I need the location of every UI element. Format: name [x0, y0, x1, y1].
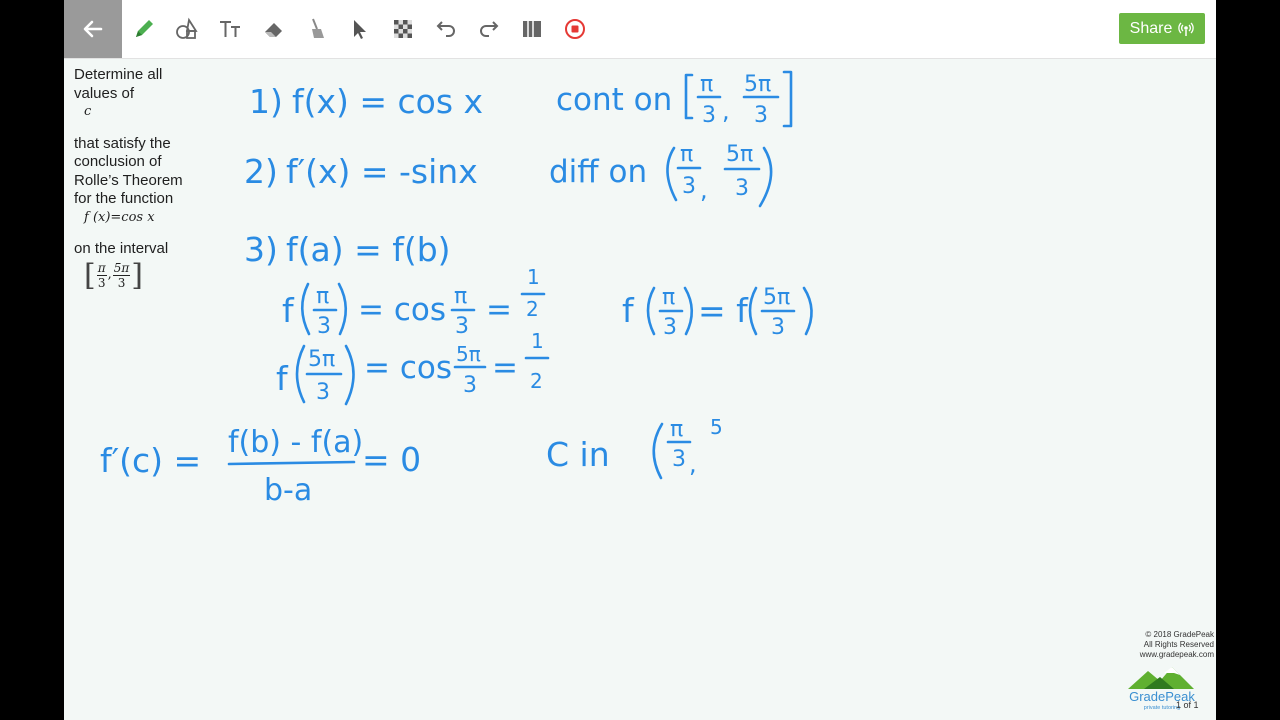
- left-paren: [666, 146, 678, 202]
- pointer-tool-button[interactable]: [344, 13, 376, 45]
- mvt-fraction-bar: [227, 460, 356, 466]
- svg-text:= f: = f: [698, 291, 749, 330]
- c-in-text: C in: [546, 435, 610, 474]
- record-stop-icon: [565, 19, 585, 39]
- mvt-lhs: f′(c) =: [100, 441, 201, 480]
- svg-text:3: 3: [316, 380, 330, 405]
- svg-text:5π: 5π: [763, 285, 790, 310]
- svg-text:3: 3: [663, 315, 677, 340]
- right-bracket: [782, 70, 793, 128]
- shapes-icon: [176, 17, 198, 39]
- handwritten-work: 1) f(x) = cos x cont on π 3 , 5π 3 2) f′…: [100, 70, 813, 508]
- step-3-expression: f(a) = f(b): [286, 230, 451, 269]
- record-button[interactable]: [559, 13, 591, 45]
- share-button[interactable]: Share: [1119, 13, 1205, 44]
- partial-five: 5: [710, 415, 723, 439]
- svg-text:π: π: [680, 142, 693, 167]
- pi-fraction-den: 3: [702, 103, 716, 128]
- svg-text:= cos: = cos: [358, 292, 446, 328]
- svg-text:=: =: [492, 350, 518, 386]
- left-bracket: [684, 73, 694, 120]
- svg-text:5π: 5π: [308, 347, 335, 372]
- svg-text:3: 3: [682, 174, 696, 199]
- mvt-denominator: b-a: [264, 473, 312, 508]
- eraser-tool-button[interactable]: [258, 13, 290, 45]
- right-paren: [758, 146, 773, 208]
- broom-icon: [312, 18, 324, 38]
- step-2-condition: diff on: [549, 154, 647, 190]
- svg-text:3: 3: [317, 314, 331, 339]
- svg-text:1: 1: [531, 329, 544, 353]
- svg-text:5π: 5π: [456, 342, 481, 366]
- undo-button[interactable]: [430, 13, 462, 45]
- svg-text:π: π: [316, 284, 329, 309]
- svg-text:f: f: [282, 291, 295, 330]
- pointer-icon: [354, 20, 366, 39]
- step-1-condition: cont on: [556, 82, 672, 118]
- step-1-label: 1): [249, 82, 283, 121]
- step-3-label: 3): [244, 230, 278, 269]
- shapes-tool-button[interactable]: [171, 13, 203, 45]
- step-2-label: 2): [244, 152, 278, 191]
- step-1-expression: f(x) = cos x: [292, 82, 483, 121]
- svg-text:3: 3: [463, 373, 477, 398]
- page-indicator: 1 of 1: [1176, 700, 1199, 710]
- mvt-numerator: f(b) - f(a): [228, 425, 363, 460]
- redo-button[interactable]: [473, 13, 505, 45]
- eraser-icon: [265, 23, 282, 37]
- toolbar: Share: [64, 0, 1216, 59]
- redo-icon: [480, 21, 499, 37]
- whiteboard-app: Share Determine all values of c that sat…: [64, 0, 1216, 720]
- pencil-tool-button[interactable]: [128, 13, 160, 45]
- arrow-left-icon: [83, 20, 103, 38]
- svg-text:1: 1: [527, 265, 540, 289]
- copyright-footer: © 2018 GradePeak All Rights Reserved www…: [1139, 630, 1214, 659]
- svg-text:,: ,: [700, 176, 708, 204]
- svg-text:,: ,: [689, 450, 697, 478]
- svg-text:=: =: [486, 292, 512, 328]
- svg-text:3: 3: [455, 314, 469, 339]
- checkerboard-icon: [394, 20, 412, 38]
- svg-text:π: π: [454, 284, 467, 309]
- svg-text:f: f: [276, 359, 289, 398]
- broadcast-icon: [1178, 22, 1195, 36]
- back-button[interactable]: [64, 0, 122, 58]
- svg-text:= cos: = cos: [364, 350, 452, 386]
- clear-tool-button[interactable]: [301, 13, 333, 45]
- five-pi-fraction-num: 5π: [744, 72, 771, 97]
- svg-text:private tutoring: private tutoring: [1144, 705, 1180, 711]
- five-pi-fraction-den: 3: [754, 103, 768, 128]
- text-tool-button[interactable]: [214, 13, 246, 45]
- svg-text:2: 2: [530, 369, 543, 393]
- svg-text:3: 3: [672, 447, 686, 472]
- svg-text:2: 2: [526, 297, 539, 321]
- svg-text:3: 3: [771, 315, 785, 340]
- svg-text:3: 3: [735, 176, 749, 201]
- panels-icon: [523, 21, 541, 37]
- step-2-expression: f′(x) = -sinx: [286, 152, 478, 191]
- svg-text:π: π: [670, 417, 683, 442]
- undo-icon: [436, 21, 455, 37]
- pages-button[interactable]: [516, 13, 548, 45]
- svg-text:f: f: [622, 291, 635, 330]
- svg-text:5π: 5π: [726, 142, 753, 167]
- background-tool-button[interactable]: [387, 13, 419, 45]
- text-icon: [220, 21, 240, 37]
- share-label: Share: [1129, 19, 1173, 37]
- pencil-icon: [136, 20, 153, 37]
- svg-text:,: ,: [722, 97, 730, 125]
- pi-fraction-num: π: [700, 72, 713, 97]
- mvt-rhs: = 0: [362, 440, 421, 479]
- svg-text:π: π: [662, 285, 675, 310]
